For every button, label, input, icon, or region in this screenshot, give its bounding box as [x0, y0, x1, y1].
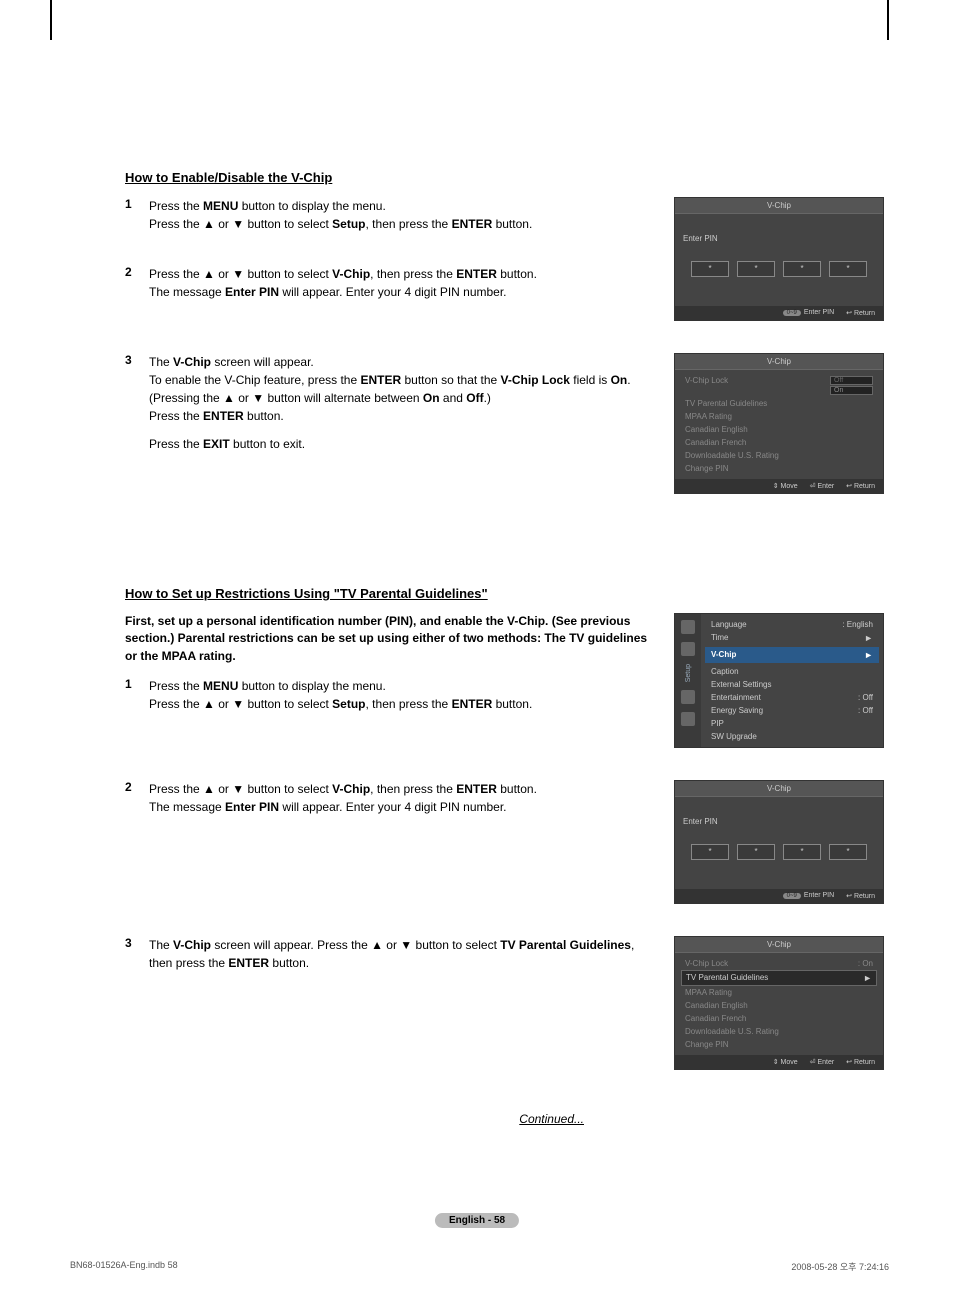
menu-item-dus[interactable]: Downloadable U.S. Rating	[681, 1025, 877, 1038]
menu-item-tvpg[interactable]: TV Parental Guidelines►	[681, 970, 877, 986]
sidebar-icon	[681, 712, 695, 726]
crop-mark	[50, 0, 52, 40]
print-footer-right: 2008-05-28 오후 7:24:16	[791, 1260, 889, 1273]
enter-pin-label: Enter PIN	[683, 234, 875, 243]
pin-digit[interactable]: *	[829, 261, 867, 277]
section-heading: How to Enable/Disable the V-Chip	[125, 170, 884, 185]
menu-item-cpin[interactable]: Change PIN	[681, 462, 877, 475]
intro-text: First, set up a personal identification …	[125, 613, 656, 665]
menu-item-time[interactable]: Time►	[707, 631, 877, 645]
menu-item-mpaa[interactable]: MPAA Rating	[681, 986, 877, 999]
step-text: The V-Chip screen will appear. Press the…	[149, 936, 656, 972]
hint-move: ⇕ Move	[773, 482, 798, 490]
pin-digit[interactable]: *	[691, 844, 729, 860]
tv-screen-vchip-menu-2: V-Chip V-Chip Lock: On TV Parental Guide…	[674, 936, 884, 1070]
menu-item-cpin[interactable]: Change PIN	[681, 1038, 877, 1051]
step-text: The V-Chip screen will appear. To enable…	[149, 353, 656, 453]
hint-return: ↩ Return	[846, 482, 875, 490]
print-footer-left: BN68-01526A-Eng.indb 58	[70, 1260, 178, 1273]
pin-input-row: * * * *	[683, 261, 875, 277]
menu-item-cf[interactable]: Canadian French	[681, 1012, 877, 1025]
sidebar-icon	[681, 690, 695, 704]
menu-item-caption[interactable]: Caption	[707, 665, 877, 678]
menu-item-dus[interactable]: Downloadable U.S. Rating	[681, 449, 877, 462]
step-number: 1	[125, 677, 149, 713]
menu-item-ce[interactable]: Canadian English	[681, 999, 877, 1012]
menu-item-entertainment[interactable]: Entertainment: Off	[707, 691, 877, 704]
menu-item-lock[interactable]: V-Chip Lock: On	[681, 957, 877, 970]
sidebar-icon	[681, 642, 695, 656]
menu-item-language[interactable]: Language: English	[707, 618, 877, 631]
menu-item-tvpg[interactable]: TV Parental Guidelines	[681, 397, 877, 410]
pin-input-row: * * * *	[683, 844, 875, 860]
tv-title: V-Chip	[675, 354, 883, 370]
pin-digit[interactable]: *	[737, 844, 775, 860]
sidebar-icon	[681, 620, 695, 634]
continued-label: Continued...	[125, 1112, 884, 1126]
menu-item-external[interactable]: External Settings	[707, 678, 877, 691]
menu-item-mpaa[interactable]: MPAA Rating	[681, 410, 877, 423]
hint-return: ↩ Return	[846, 892, 875, 900]
hint-move: ⇕ Move	[773, 1058, 798, 1066]
step-number: 3	[125, 936, 149, 972]
step-number: 3	[125, 353, 149, 453]
pin-digit[interactable]: *	[737, 261, 775, 277]
step-number: 2	[125, 265, 149, 301]
pin-digit[interactable]: *	[783, 261, 821, 277]
crop-mark	[887, 0, 889, 40]
menu-item-cf[interactable]: Canadian French	[681, 436, 877, 449]
hint-enter-pin: 0~9Enter PIN	[783, 309, 835, 317]
hint-enter: ⏎ Enter	[810, 1058, 835, 1066]
sidebar-label: Setup	[685, 664, 692, 682]
tv-title: V-Chip	[675, 781, 883, 797]
step-text: Press the MENU button to display the men…	[149, 677, 656, 713]
pin-digit[interactable]: *	[829, 844, 867, 860]
step-number: 2	[125, 780, 149, 816]
hint-enter-pin: 0~9Enter PIN	[783, 892, 835, 900]
tv-screen-setup: Setup Language: English Time► V-Chip► Ca…	[674, 613, 884, 748]
tv-screen-pin: V-Chip Enter PIN * * * * 0~9Enter PIN ↩ …	[674, 197, 884, 321]
menu-item-energy[interactable]: Energy Saving: Off	[707, 704, 877, 717]
tv-title: V-Chip	[675, 198, 883, 214]
page-number-badge: English - 58	[435, 1213, 519, 1228]
enter-pin-label: Enter PIN	[683, 817, 875, 826]
hint-enter: ⏎ Enter	[810, 482, 835, 490]
pin-digit[interactable]: *	[691, 261, 729, 277]
menu-item-sw[interactable]: SW Upgrade	[707, 730, 877, 743]
menu-item-lock[interactable]: V-Chip LockOffOn	[681, 374, 877, 397]
step-text: Press the MENU button to display the men…	[149, 197, 656, 233]
hint-return: ↩ Return	[846, 309, 875, 317]
step-number: 1	[125, 197, 149, 233]
step-text: Press the ▲ or ▼ button to select V-Chip…	[149, 780, 656, 816]
menu-item-pip: PIP	[707, 717, 877, 730]
pin-digit[interactable]: *	[783, 844, 821, 860]
tv-title: V-Chip	[675, 937, 883, 953]
menu-item-ce[interactable]: Canadian English	[681, 423, 877, 436]
menu-item-vchip[interactable]: V-Chip►	[705, 647, 879, 663]
step-text: Press the ▲ or ▼ button to select V-Chip…	[149, 265, 656, 301]
hint-return: ↩ Return	[846, 1058, 875, 1066]
section-heading: How to Set up Restrictions Using "TV Par…	[125, 586, 884, 601]
tv-screen-vchip-menu: V-Chip V-Chip LockOffOn TV Parental Guid…	[674, 353, 884, 494]
tv-screen-pin: V-Chip Enter PIN * * * * 0~9Enter PIN ↩ …	[674, 780, 884, 904]
